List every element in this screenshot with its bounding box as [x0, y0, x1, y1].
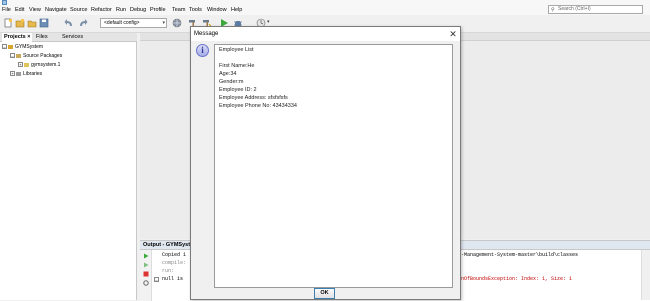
ok-button[interactable]: OK — [314, 288, 335, 299]
menu-tools[interactable]: Tools — [189, 6, 202, 15]
menu-file[interactable]: File — [2, 6, 11, 15]
panel-tabs: Projects × Files Services — [0, 33, 137, 42]
tree-item-source-packages[interactable]: – Source Packages — [10, 53, 62, 60]
rerun-icon[interactable] — [143, 253, 149, 259]
save-all-icon[interactable] — [39, 18, 49, 28]
menu-window[interactable]: Window — [207, 6, 227, 15]
project-name: GYMSystem — [15, 44, 44, 50]
output-line-copied: Copied 1 — [162, 252, 187, 258]
menu-edit[interactable]: Edit — [15, 6, 24, 15]
new-file-icon[interactable] — [3, 18, 13, 28]
menu-team[interactable]: Team — [172, 6, 185, 15]
output-side-toolbar — [140, 250, 152, 301]
output-line-compile: compile: — [162, 260, 187, 266]
project-icon — [8, 44, 13, 49]
tree-item-project[interactable]: – GYMSystem — [2, 44, 43, 51]
expand-toggle-icon[interactable]: + — [10, 71, 15, 77]
tab-projects[interactable]: Projects × — [2, 33, 33, 42]
menu-refactor[interactable]: Refactor — [91, 6, 112, 15]
search-input[interactable]: ⚲ Search (Ctrl+I) — [548, 5, 643, 14]
tab-files[interactable]: Files — [34, 33, 50, 42]
output-line-null: null is — [162, 276, 184, 282]
close-icon[interactable]: ✕ — [447, 28, 459, 40]
message-line: First Name:He — [219, 63, 255, 69]
menu-help[interactable]: Help — [231, 6, 242, 15]
menu-debug[interactable]: Debug — [130, 6, 146, 15]
settings-icon[interactable] — [143, 280, 149, 286]
search-icon: ⚲ — [551, 7, 555, 13]
message-line: Employee Address: sfsfsfsfs — [219, 95, 288, 101]
libraries-icon — [16, 71, 21, 76]
output-title[interactable]: Output - GYMSyst — [143, 241, 190, 250]
tree-item-libraries[interactable]: + Libraries — [10, 71, 42, 78]
output-line-path: -Management-System-master\build\classes — [461, 252, 579, 258]
output-line-run: run: — [162, 268, 175, 274]
libraries-label: Libraries — [23, 71, 43, 77]
source-packages-label: Source Packages — [23, 53, 63, 59]
collapse-toggle-icon[interactable]: – — [154, 277, 159, 282]
message-line: Employee Phone No: 43434334 — [219, 103, 297, 109]
rerun-options-icon[interactable] — [143, 262, 149, 268]
menu-profile[interactable]: Profile — [150, 6, 166, 15]
profile-dropdown-icon[interactable]: ▾ — [267, 19, 270, 25]
package-icon — [24, 62, 29, 67]
open-project-icon[interactable] — [27, 18, 37, 28]
projects-panel: Projects × Files Services – GYMSystem – So… — [0, 33, 137, 300]
collapse-toggle-icon[interactable]: – — [2, 44, 7, 50]
info-icon: i — [196, 44, 209, 57]
output-scrollbar[interactable] — [641, 250, 650, 300]
message-line: Employee List — [219, 47, 254, 53]
message-text-area[interactable]: Employee List First Name:He Age:34 Gende… — [214, 44, 453, 288]
menu-navigate[interactable]: Navigate — [45, 6, 67, 15]
redo-icon[interactable] — [78, 18, 88, 28]
configuration-select[interactable]: <default config> ▾ — [100, 18, 167, 28]
tab-services[interactable]: Services — [60, 33, 85, 42]
netbeans-app-icon — [2, 0, 7, 5]
menu-run[interactable]: Run — [116, 6, 126, 15]
message-line: Gender:m — [219, 79, 244, 85]
undo-icon[interactable] — [64, 18, 74, 28]
search-placeholder: Search (Ctrl+I) — [558, 6, 591, 12]
menu-view[interactable]: View — [29, 6, 41, 15]
package-name: gymsystem.1 — [31, 62, 61, 68]
expand-toggle-icon[interactable]: + — [18, 62, 23, 68]
stop-icon[interactable] — [143, 271, 149, 277]
dialog-title-bar[interactable]: Message ✕ — [191, 27, 460, 41]
message-line: Age:34 — [219, 71, 237, 77]
package-folder-icon — [16, 53, 21, 58]
configuration-value: <default config> — [104, 20, 140, 26]
output-line-exception: nOfBoundsException: Index: 1, Size: 1 — [461, 276, 573, 282]
globe-icon[interactable] — [172, 18, 182, 28]
new-project-icon[interactable] — [15, 18, 25, 28]
chevron-down-icon: ▾ — [162, 20, 165, 26]
dialog-title: Message — [194, 31, 219, 37]
menu-source[interactable]: Source — [70, 6, 87, 15]
tree-item-package[interactable]: + gymsystem.1 — [18, 62, 60, 69]
message-line: Employee ID: 2 — [219, 87, 257, 93]
message-dialog: Message ✕ i Employee List First Name:He … — [190, 26, 461, 300]
collapse-toggle-icon[interactable]: – — [10, 53, 15, 59]
